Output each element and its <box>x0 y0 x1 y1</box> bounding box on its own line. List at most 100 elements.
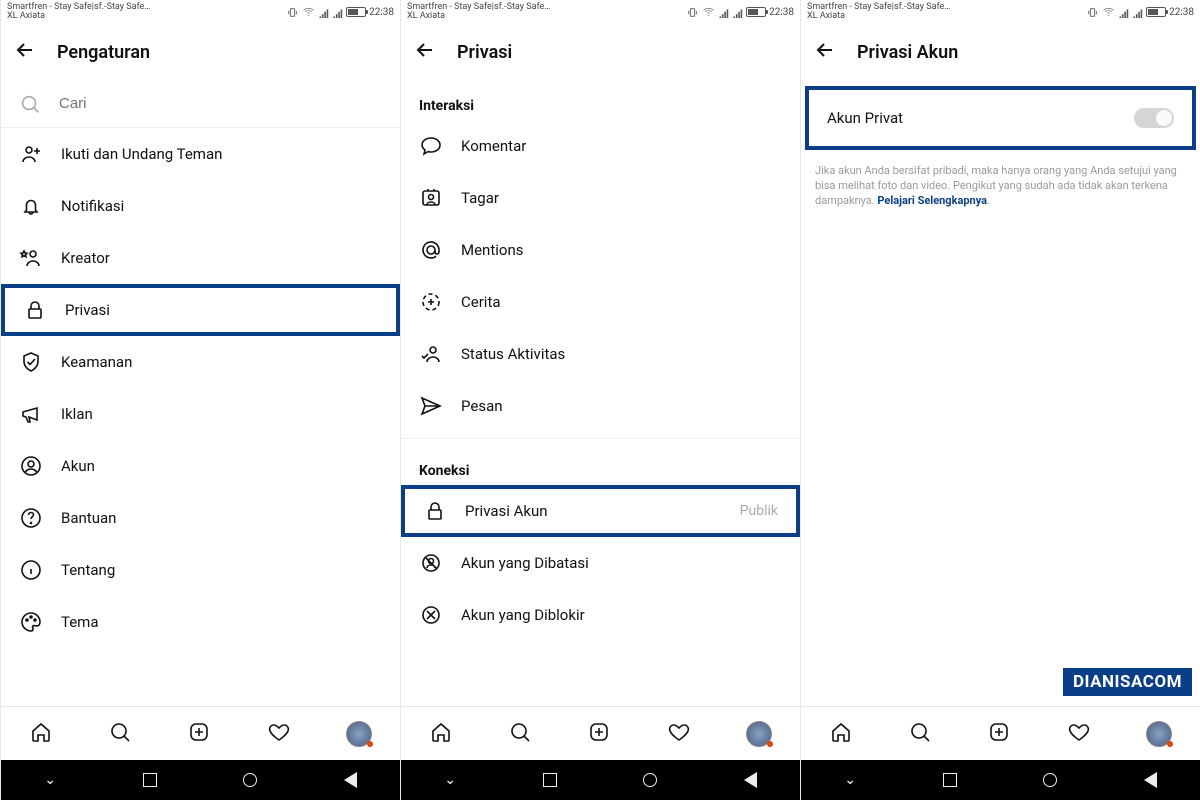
restrict-icon <box>419 551 443 575</box>
nav-home[interactable] <box>829 720 853 748</box>
menu-label: Privasi <box>65 301 110 319</box>
nav-activity[interactable] <box>267 720 291 748</box>
nav-back-icon[interactable] <box>344 772 357 788</box>
menu-label: Kreator <box>61 249 110 267</box>
back-arrow-icon[interactable] <box>13 38 37 66</box>
settings-item-security[interactable]: Keamanan <box>1 336 400 388</box>
star-user-icon <box>19 246 43 270</box>
android-nav: ⌄ <box>401 760 800 800</box>
mention-icon <box>419 238 443 262</box>
privacy-item-messages[interactable]: Pesan <box>401 380 800 432</box>
status-bar: Smartfren - Stay Safe|sf.-Stay Safe… XL … <box>401 0 800 24</box>
menu-label: Bantuan <box>61 509 116 527</box>
menu-label: Tentang <box>61 561 115 579</box>
private-account-toggle[interactable] <box>1134 108 1174 128</box>
menu-label: Tema <box>61 613 99 631</box>
settings-item-privacy[interactable]: Privasi <box>1 284 400 336</box>
menu-label: Notifikasi <box>61 197 124 215</box>
nav-home-icon[interactable] <box>243 773 257 787</box>
privacy-item-comments[interactable]: Komentar <box>401 120 800 172</box>
privacy-item-blocked[interactable]: Akun yang Diblokir <box>401 589 800 641</box>
add-user-icon <box>19 142 43 166</box>
bottom-nav <box>1 706 400 760</box>
status-bar: Smartfren - Stay Safe|sf.-Stay Safe… XL … <box>1 0 400 24</box>
activity-status-icon <box>419 342 443 366</box>
nav-activity[interactable] <box>667 720 691 748</box>
nav-add[interactable] <box>987 720 1011 748</box>
nav-home[interactable] <box>429 720 453 748</box>
android-nav: ⌄ <box>801 760 1200 800</box>
menu-label: Keamanan <box>61 353 132 371</box>
header: Privasi Akun <box>801 24 1200 80</box>
settings-item-help[interactable]: Bantuan <box>1 492 400 544</box>
settings-item-invite[interactable]: Ikuti dan Undang Teman <box>1 128 400 180</box>
nav-home-icon[interactable] <box>643 773 657 787</box>
screen-settings: Smartfren - Stay Safe|sf.-Stay Safe… XL … <box>0 0 400 800</box>
story-add-icon <box>419 290 443 314</box>
menu-label: Komentar <box>461 137 526 155</box>
header: Pengaturan <box>1 24 400 80</box>
lock-icon <box>23 298 47 322</box>
nav-profile-avatar[interactable] <box>746 721 772 747</box>
nav-activity[interactable] <box>1067 720 1091 748</box>
menu-label: Iklan <box>61 405 93 423</box>
nav-dropdown-icon[interactable]: ⌄ <box>44 772 56 788</box>
help-icon <box>19 506 43 530</box>
settings-item-theme[interactable]: Tema <box>1 596 400 648</box>
comment-icon <box>419 134 443 158</box>
nav-profile-avatar[interactable] <box>1146 721 1172 747</box>
search-row[interactable] <box>1 80 400 128</box>
nav-recents-icon[interactable] <box>543 773 557 787</box>
menu-label: Akun yang Diblokir <box>461 606 585 624</box>
nav-back-icon[interactable] <box>1144 772 1157 788</box>
nav-add[interactable] <box>587 720 611 748</box>
nav-recents-icon[interactable] <box>943 773 957 787</box>
settings-item-account[interactable]: Akun <box>1 440 400 492</box>
palette-icon <box>19 610 43 634</box>
nav-recents-icon[interactable] <box>143 773 157 787</box>
privacy-item-story[interactable]: Cerita <box>401 276 800 328</box>
user-circle-icon <box>19 454 43 478</box>
send-icon <box>419 394 443 418</box>
android-nav: ⌄ <box>1 760 400 800</box>
menu-label: Tagar <box>461 189 499 207</box>
back-arrow-icon[interactable] <box>413 38 437 66</box>
private-account-description: Jika akun Anda bersifat pribadi, maka ha… <box>801 156 1200 209</box>
privacy-item-restricted[interactable]: Akun yang Dibatasi <box>401 537 800 589</box>
menu-label: Akun yang Dibatasi <box>461 554 589 572</box>
menu-label: Status Aktivitas <box>461 345 565 363</box>
privacy-item-activity-status[interactable]: Status Aktivitas <box>401 328 800 380</box>
nav-home[interactable] <box>29 720 53 748</box>
toggle-label: Akun Privat <box>827 109 903 127</box>
settings-item-about[interactable]: Tentang <box>1 544 400 596</box>
section-koneksi: Koneksi <box>401 445 800 485</box>
back-arrow-icon[interactable] <box>813 38 837 66</box>
menu-trailing: Publik <box>740 503 778 519</box>
page-title: Privasi Akun <box>857 42 958 63</box>
nav-back-icon[interactable] <box>744 772 757 788</box>
menu-label: Akun <box>61 457 95 475</box>
nav-search[interactable] <box>908 720 932 748</box>
nav-home-icon[interactable] <box>1043 773 1057 787</box>
privacy-item-mentions[interactable]: Mentions <box>401 224 800 276</box>
settings-item-ads[interactable]: Iklan <box>1 388 400 440</box>
privacy-item-tags[interactable]: Tagar <box>401 172 800 224</box>
settings-item-notifications[interactable]: Notifikasi <box>1 180 400 232</box>
nav-add[interactable] <box>187 720 211 748</box>
page-title: Privasi <box>457 42 512 63</box>
privacy-item-account-privacy[interactable]: Privasi Akun Publik <box>401 485 800 537</box>
nav-search[interactable] <box>108 720 132 748</box>
search-input[interactable] <box>59 95 382 112</box>
nav-search[interactable] <box>508 720 532 748</box>
menu-label: Mentions <box>461 241 523 259</box>
info-icon <box>19 558 43 582</box>
block-icon <box>419 603 443 627</box>
private-account-toggle-row[interactable]: Akun Privat <box>809 90 1192 146</box>
header: Privasi <box>401 24 800 80</box>
learn-more-link[interactable]: Pelajari Selengkapnya <box>877 194 987 207</box>
nav-dropdown-icon[interactable]: ⌄ <box>844 772 856 788</box>
settings-item-creator[interactable]: Kreator <box>1 232 400 284</box>
nav-dropdown-icon[interactable]: ⌄ <box>444 772 456 788</box>
tag-user-icon <box>419 186 443 210</box>
nav-profile-avatar[interactable] <box>346 721 372 747</box>
